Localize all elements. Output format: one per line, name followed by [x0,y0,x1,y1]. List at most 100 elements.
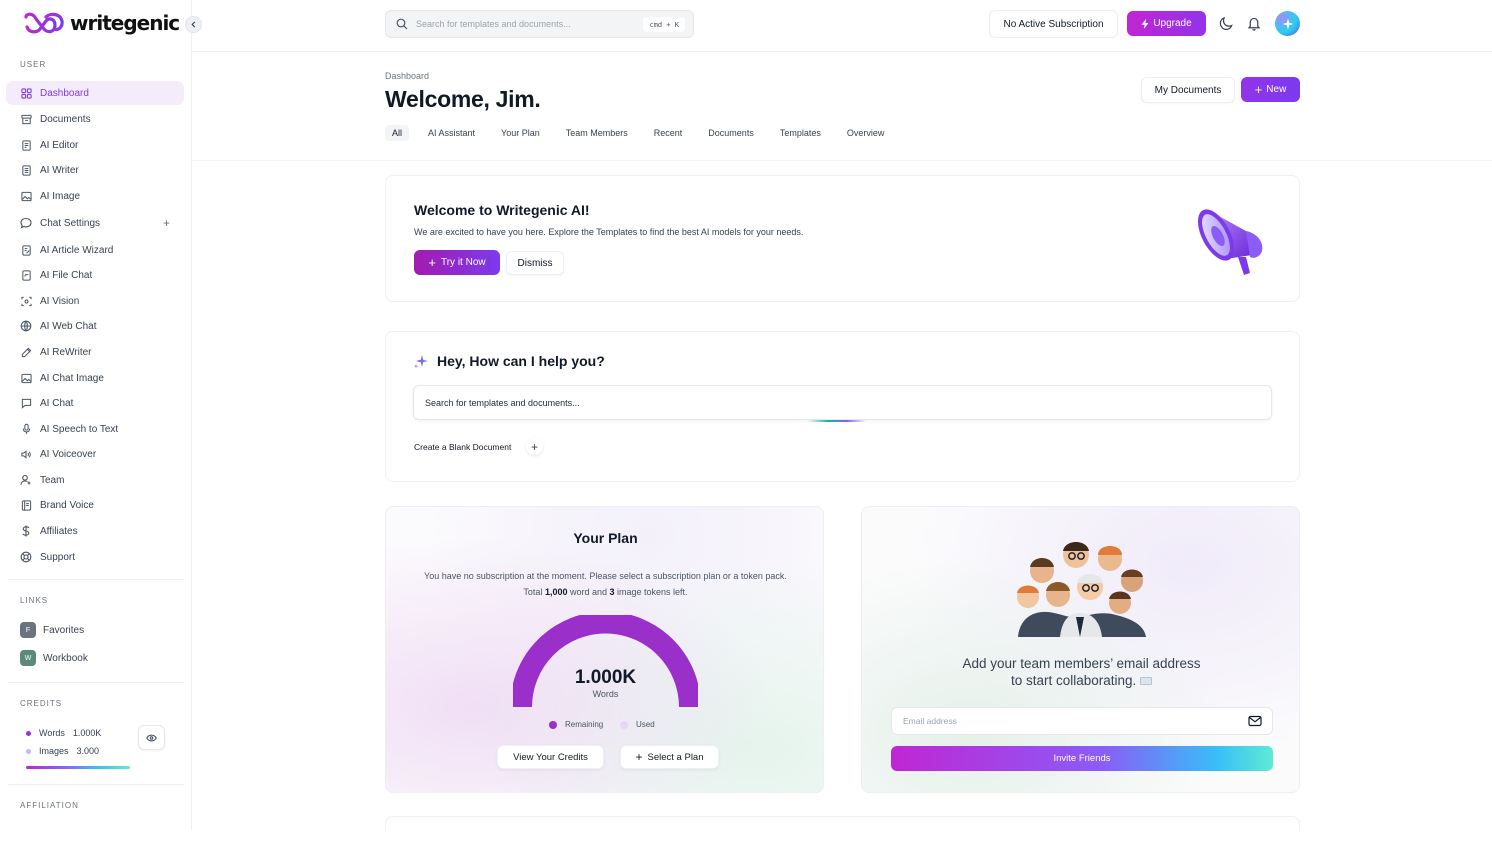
user-plus-icon [20,474,32,486]
header-search-input[interactable]: Search for templates and documents... cm… [385,10,694,38]
create-blank-document-button[interactable]: + [526,438,543,455]
user-avatar[interactable] [1275,11,1300,36]
sidebar-item-label: AI Chat Image [40,372,104,384]
file-edit-icon [20,139,32,151]
my-documents-button[interactable]: My Documents [1141,77,1235,103]
team-title-line-2-text: to start collaborating. [1010,673,1137,688]
megaphone-icon [1197,209,1263,275]
sidebar-item-ai-web-chat[interactable]: AI Web Chat [6,314,184,338]
chat-bubble-icon [20,217,32,229]
chevron-left-icon [191,21,196,28]
sidebar-item-ai-chat-image[interactable]: AI Chat Image [6,366,184,390]
sidebar-item-dashboard[interactable]: Dashboard [6,81,184,105]
credit-value: 1.000K [72,728,102,738]
tab-templates[interactable]: Templates [773,125,828,141]
sidebar-item-ai-chat[interactable]: AI Chat [6,391,184,415]
dollar-icon [20,525,32,537]
welcome-card [385,175,1300,302]
team-illustration [1017,542,1146,637]
link-label: Workbook [43,652,88,664]
sidebar-divider [8,682,184,683]
lightning-icon [1141,18,1149,29]
team-invite-title: Add your team members’ email address to … [862,655,1301,689]
assistant-search-input[interactable]: Search for templates and documents... [413,385,1272,420]
upgrade-label: Upgrade [1153,18,1192,29]
tab-ai-assistant[interactable]: AI Assistant [421,125,482,141]
breadcrumb[interactable]: Dashboard [385,71,429,81]
select-plan-button[interactable]: + Select a Plan [620,745,719,769]
invite-friends-button[interactable]: Invite Friends [891,746,1273,771]
subscription-status[interactable]: No Active Subscription [989,10,1118,38]
moon-icon [1219,16,1233,30]
sidebar-item-label: AI Writer [40,164,79,176]
search-icon [396,18,408,30]
dismiss-button[interactable]: Dismiss [506,251,564,275]
scan-eye-icon [20,295,32,307]
sidebar: writegenic USER Dashboard Documents AI E… [0,0,192,830]
link-workbook[interactable]: W Workbook [20,650,88,666]
images-dot [26,748,31,754]
try-it-now-button[interactable]: + Try it Now [414,250,500,275]
logo[interactable]: writegenic [22,11,180,35]
sidebar-item-ai-speech-to-text[interactable]: AI Speech to Text [6,417,184,441]
header-divider [192,51,1492,52]
bell-icon [1247,17,1261,31]
link-favorites[interactable]: F Favorites [20,622,84,638]
eye-icon [146,734,157,741]
sidebar-item-affiliates[interactable]: Affiliates [6,519,184,543]
team-title-line-2: to start collaborating. [862,672,1301,689]
team-title-line-1: Add your team members’ email address [962,656,1201,671]
legend-used: Used [620,720,655,729]
tab-all[interactable]: All [385,125,410,141]
sidebar-item-team[interactable]: Team [6,468,184,492]
sidebar-item-ai-rewriter[interactable]: AI ReWriter [6,340,184,364]
sidebar-item-label: AI Image [40,190,81,202]
chat-settings-add-button[interactable]: + [163,216,170,230]
team-glasses [1068,552,1099,592]
sidebar-item-label: AI Article Wizard [40,244,114,256]
sidebar-item-chat-settings[interactable]: Chat Settings + [6,211,184,235]
tab-team-members[interactable]: Team Members [559,125,635,141]
sidebar-item-ai-image[interactable]: AI Image [6,184,184,208]
microphone-icon [20,423,32,435]
sparkle-icon [1282,18,1293,29]
sidebar-item-documents[interactable]: Documents [6,107,184,131]
tab-recent[interactable]: Recent [647,125,690,141]
file-wand-icon [20,244,32,256]
notifications-button[interactable] [1245,14,1263,32]
image-icon [20,190,32,202]
sidebar-item-ai-voiceover[interactable]: AI Voiceover [6,442,184,466]
sidebar-item-ai-article-wizard[interactable]: AI Article Wizard [6,238,184,262]
new-button[interactable]: + New [1241,77,1300,102]
sidebar-item-label: AI Speech to Text [40,423,119,435]
legend-remaining-label: Remaining [565,720,604,729]
collapse-sidebar-button[interactable] [185,16,202,33]
tab-overview[interactable]: Overview [840,125,892,141]
lifebuoy-icon [20,551,32,563]
view-credits-button[interactable]: View Your Credits [497,745,604,769]
search-placeholder: Search for templates and documents... [416,19,571,29]
upgrade-button[interactable]: Upgrade [1127,11,1206,36]
tab-documents[interactable]: Documents [701,125,761,141]
team-card: Add your team members’ email address to … [861,506,1300,793]
create-blank-document-link[interactable]: Create a Blank Document [414,442,511,452]
sidebar-item-label: AI Vision [40,295,80,307]
toggle-credits-visibility-button[interactable] [138,725,165,750]
sidebar-item-ai-vision[interactable]: AI Vision [6,289,184,313]
email-field[interactable]: Email address [891,707,1273,735]
sidebar-item-label: AI File Chat [40,269,93,281]
sidebar-item-label: AI Chat [40,397,74,409]
logo-icon [24,12,64,34]
workbook-badge: W [20,650,36,666]
sidebar-item-support[interactable]: Support [6,545,184,569]
select-plan-label: Select a Plan [647,751,704,763]
sidebar-item-ai-editor[interactable]: AI Editor [6,133,184,157]
plan-words-count: 1,000 [544,587,568,597]
sidebar-item-ai-file-chat[interactable]: AI File Chat [6,263,184,287]
sidebar-item-ai-writer[interactable]: AI Writer [6,158,184,182]
window-bottom-margin [0,830,1492,856]
dark-mode-toggle[interactable] [1217,14,1235,32]
tab-your-plan[interactable]: Your Plan [494,125,547,141]
sidebar-item-brand-voice[interactable]: Brand Voice [6,493,184,517]
globe-icon [20,320,32,332]
